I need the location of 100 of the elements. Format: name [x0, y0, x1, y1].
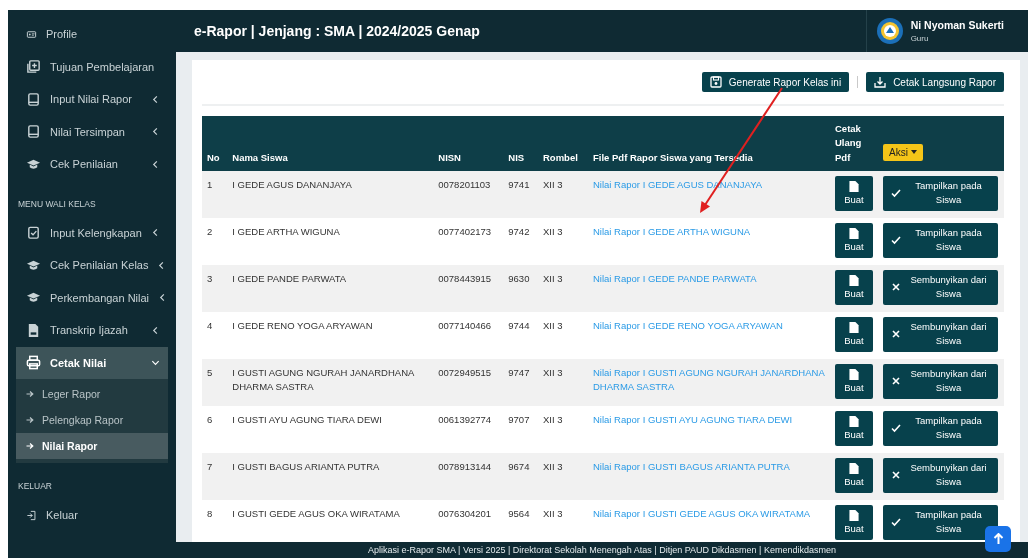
table-cell: 0072949515: [433, 358, 504, 406]
chevron-icon: [151, 94, 160, 104]
close-icon: [891, 282, 901, 293]
chevron-icon: [151, 127, 160, 137]
table-cell: I GEDE RENO YOGA ARYAWAN: [227, 311, 434, 359]
table-cell: 3: [202, 264, 228, 312]
table-cell: 2: [202, 217, 228, 265]
submenu-item[interactable]: Nilai Rapor: [16, 433, 168, 459]
arrow-right-icon: [26, 390, 34, 398]
scroll-top-button[interactable]: [985, 526, 1011, 552]
submenu-item[interactable]: Pelengkap Rapor: [16, 407, 168, 433]
table-cell: 9747: [503, 358, 538, 406]
table-cell: 9630: [503, 264, 538, 312]
create-button[interactable]: Buat: [835, 175, 873, 211]
hide-from-student-button[interactable]: Sembunyikan dari Siswa: [883, 363, 998, 399]
table-cell: 0077140466: [433, 311, 504, 359]
clipboard-check-icon: [26, 225, 41, 241]
sidebar-item[interactable]: Input Kelengkapan: [16, 216, 168, 249]
show-to-student-button[interactable]: Tampilkan pada Siswa: [883, 410, 998, 446]
file-icon: [849, 228, 859, 240]
table-cell: 9742: [503, 217, 538, 265]
sidebar-item[interactable]: Cek Penilaian: [16, 148, 168, 181]
submenu-item[interactable]: Leger Rapor: [16, 381, 168, 407]
sidebar-item[interactable]: Perkembangan Nilai: [16, 281, 168, 314]
table-cell: 0078201103: [433, 170, 504, 218]
sidebar-item[interactable]: Profile: [16, 18, 168, 51]
file-icon: [849, 369, 859, 381]
table-cell: 5: [202, 358, 228, 406]
file-icon: [849, 510, 859, 522]
table-cell: XII 3: [538, 217, 588, 265]
hide-from-student-button[interactable]: Sembunyikan dari Siswa: [883, 269, 998, 305]
arrow-right-icon: [26, 442, 34, 450]
sidebar-item[interactable]: Cetak Nilai: [16, 346, 168, 379]
table-cell: XII 3: [538, 170, 588, 218]
create-button[interactable]: Buat: [835, 410, 873, 446]
print-button[interactable]: Cetak Langsung Rapor: [866, 72, 1004, 92]
create-button[interactable]: Buat: [835, 504, 873, 540]
table-cell: XII 3: [538, 452, 588, 500]
create-button[interactable]: Buat: [835, 222, 873, 258]
table-cell: 9707: [503, 405, 538, 453]
close-icon: [891, 470, 901, 481]
emblem-icon: [876, 18, 903, 44]
table-cell: 7: [202, 452, 228, 500]
table-cell: 9674: [503, 452, 538, 500]
table-cell: I GEDE AGUS DANANJAYA: [227, 170, 434, 218]
table-cell: 1: [202, 170, 228, 218]
table-cell: 4: [202, 311, 228, 359]
column-header: Cetak Ulang Pdf: [830, 116, 878, 171]
close-icon: [891, 376, 901, 387]
table-cell: I GEDE PANDE PARWATA: [227, 264, 434, 312]
hide-from-student-button[interactable]: Sembunyikan dari Siswa: [883, 457, 998, 493]
table-cell: 0078913144: [433, 452, 504, 500]
column-header: Rombel: [538, 116, 588, 171]
sidebar-item[interactable]: Transkrip Ijazah: [16, 314, 168, 347]
generate-button[interactable]: Generate Rapor Kelas ini: [701, 72, 850, 92]
download-icon: [874, 76, 887, 88]
table-cell: 0061392774: [433, 405, 504, 453]
show-to-student-button[interactable]: Tampilkan pada Siswa: [883, 222, 998, 258]
user-role: Guru: [910, 34, 930, 43]
file-icon: [849, 275, 859, 287]
table-cell: I GUSTI AYU AGUNG TIARA DEWI: [227, 405, 434, 453]
table-cell: 9744: [503, 311, 538, 359]
show-to-student-button[interactable]: Tampilkan pada Siswa: [883, 504, 998, 540]
sidebar-item[interactable]: Cek Penilaian Kelas: [16, 249, 168, 282]
close-icon: [891, 329, 901, 340]
chevron-icon: [151, 159, 160, 169]
create-button[interactable]: Buat: [835, 363, 873, 399]
file-icon: [849, 181, 859, 193]
table-cell: 0078443915: [433, 264, 504, 312]
actions-dropdown[interactable]: Aksi: [883, 143, 923, 161]
table-cell: XII 3: [538, 405, 588, 453]
check-icon: [891, 188, 901, 199]
hide-from-student-button[interactable]: Sembunyikan dari Siswa: [883, 316, 998, 352]
file-icon: [849, 322, 859, 334]
footer-text: Aplikasi e-Rapor SMA | Versi 2025 | Direktorat Sekolah Menengah Atas | Ditjen PAUD Dikdasmen | Kemendikdasmen: [176, 542, 1028, 558]
create-button[interactable]: Buat: [835, 269, 873, 305]
book-icon: [26, 91, 41, 107]
file-icon: [849, 463, 859, 475]
add-square-icon: [26, 59, 41, 75]
sidebar-item[interactable]: Tujuan Pembelajaran: [16, 50, 168, 83]
table-cell: XII 3: [538, 264, 588, 312]
file-icon: [849, 416, 859, 428]
create-button[interactable]: Buat: [835, 457, 873, 493]
check-icon: [891, 423, 901, 434]
column-header: No: [202, 116, 228, 171]
sidebar-section-title: KELUAR: [17, 480, 53, 493]
sidebar-item[interactable]: Input Nilai Rapor: [16, 83, 168, 116]
show-to-student-button[interactable]: Tampilkan pada Siswa: [883, 175, 998, 211]
table-cell: I GEDE ARTHA WIGUNA: [227, 217, 434, 265]
check-icon: [891, 517, 901, 528]
sidebar-item[interactable]: Nilai Tersimpan: [16, 115, 168, 148]
sidebar-section-title: MENU WALI KELAS: [17, 197, 97, 211]
arrow-right-icon: [26, 416, 34, 424]
column-header: Nama Siswa: [227, 116, 434, 171]
sidebar-item[interactable]: Keluar: [16, 499, 168, 532]
user-name: Ni Nyoman Sukerti: [910, 19, 1004, 31]
chevron-icon: [151, 325, 160, 335]
column-header: NISN: [433, 116, 504, 171]
create-button[interactable]: Buat: [835, 316, 873, 352]
column-header: NIS: [503, 116, 538, 171]
